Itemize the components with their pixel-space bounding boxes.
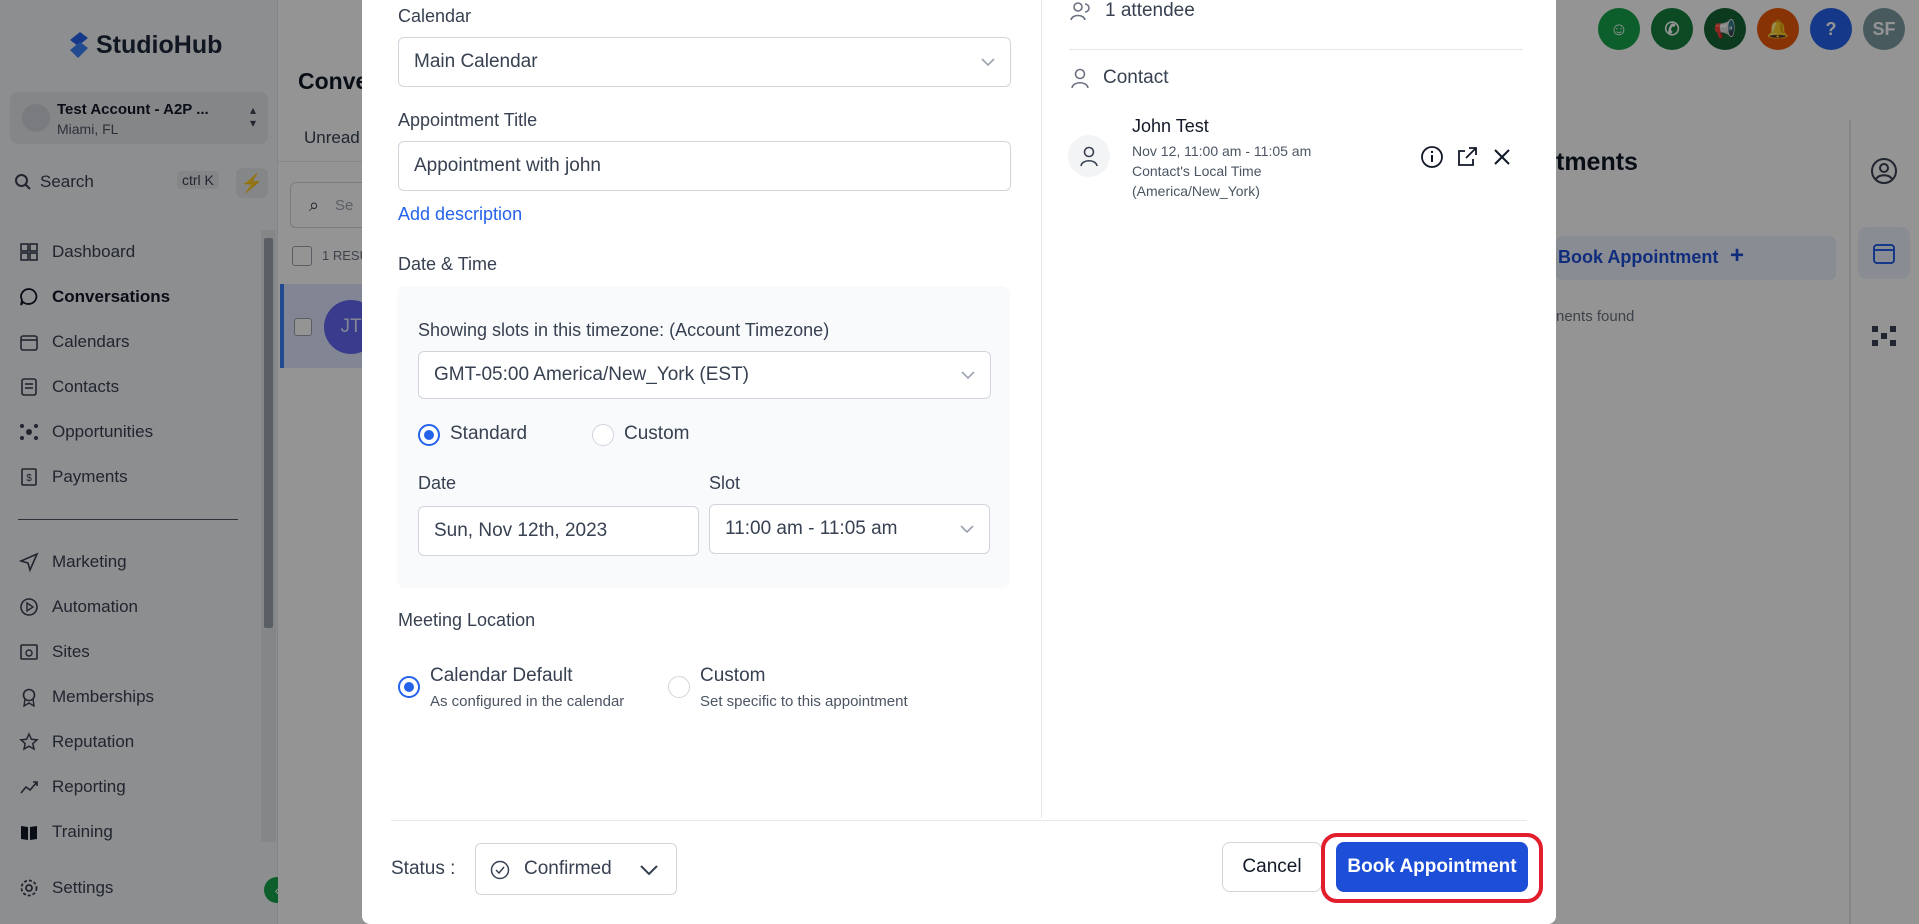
open-contact-external-icon[interactable] [1455, 145, 1479, 174]
chevron-down-icon [960, 525, 974, 533]
chevron-down-icon [981, 58, 995, 66]
status-label: Status : [391, 858, 456, 879]
date-label: Date [418, 473, 457, 493]
contact-section-label: Contact [1103, 67, 1169, 88]
location-custom-subtitle: Set specific to this appointment [700, 693, 908, 710]
calendar-label: Calendar [398, 6, 472, 26]
attendees-count: 1 attendee [1105, 0, 1195, 21]
contact-name: John Test [1132, 116, 1209, 136]
location-custom-title: Custom [700, 665, 766, 686]
add-description-link[interactable]: Add description [398, 204, 522, 225]
check-circle-icon [490, 860, 510, 880]
person-icon [1071, 68, 1089, 89]
timezone-select-value: GMT-05:00 America/New_York (EST) [434, 364, 750, 385]
slot-mode-custom-label: Custom [624, 423, 690, 444]
meeting-location-label: Meeting Location [398, 610, 536, 630]
timezone-select[interactable]: GMT-05:00 America/New_York (EST) [418, 351, 991, 399]
status-select[interactable]: Confirmed [475, 843, 677, 895]
chevron-down-icon [961, 371, 975, 379]
location-default-radio[interactable] [398, 676, 420, 698]
contact-appointment-time: Nov 12, 11:00 am - 11:05 am [1132, 143, 1312, 159]
slot-label: Slot [709, 473, 741, 493]
calendar-select[interactable]: Main Calendar [398, 37, 1011, 87]
attendees-icon [1070, 2, 1090, 21]
contact-local-time-label: Contact's Local Time [1132, 163, 1262, 179]
slot-mode-custom-radio[interactable] [592, 424, 614, 446]
location-custom-radio[interactable] [668, 676, 690, 698]
location-default-subtitle: As configured in the calendar [430, 693, 625, 710]
contact-avatar [1068, 135, 1110, 177]
person-icon [1080, 146, 1098, 167]
modal-footer-divider [391, 820, 1527, 821]
remove-contact-close-icon[interactable] [1491, 146, 1513, 173]
contact-info-icon[interactable] [1420, 145, 1444, 174]
appointment-title-input[interactable]: Appointment with john [398, 141, 1011, 191]
slot-mode-standard-radio[interactable] [418, 424, 440, 446]
date-time-label: Date & Time [398, 254, 498, 274]
appointment-title-value: Appointment with john [414, 155, 601, 176]
calendar-select-value: Main Calendar [414, 51, 538, 72]
timezone-label: Showing slots in this timezone: (Account… [418, 320, 830, 340]
attendees-summary: 1 attendee [1069, 0, 1195, 22]
slot-select-value: 11:00 am - 11:05 am [725, 518, 898, 539]
contact-local-timezone: (America/New_York) [1132, 183, 1260, 199]
slot-mode-standard-label: Standard [450, 423, 528, 444]
slot-select[interactable]: 11:00 am - 11:05 am [709, 504, 990, 554]
cancel-button[interactable]: Cancel [1222, 842, 1322, 892]
attendees-divider [1069, 49, 1523, 50]
modal-column-divider [1041, 0, 1042, 818]
date-value: Sun, Nov 12th, 2023 [434, 520, 608, 541]
chevron-down-icon [640, 865, 658, 875]
status-value: Confirmed [524, 858, 612, 879]
appointment-title-label: Appointment Title [398, 110, 538, 130]
contact-section-header: Contact [1069, 67, 1168, 89]
highlight-annotation [1321, 833, 1543, 903]
date-picker-input[interactable]: Sun, Nov 12th, 2023 [418, 506, 699, 556]
location-default-title: Calendar Default [430, 665, 573, 686]
